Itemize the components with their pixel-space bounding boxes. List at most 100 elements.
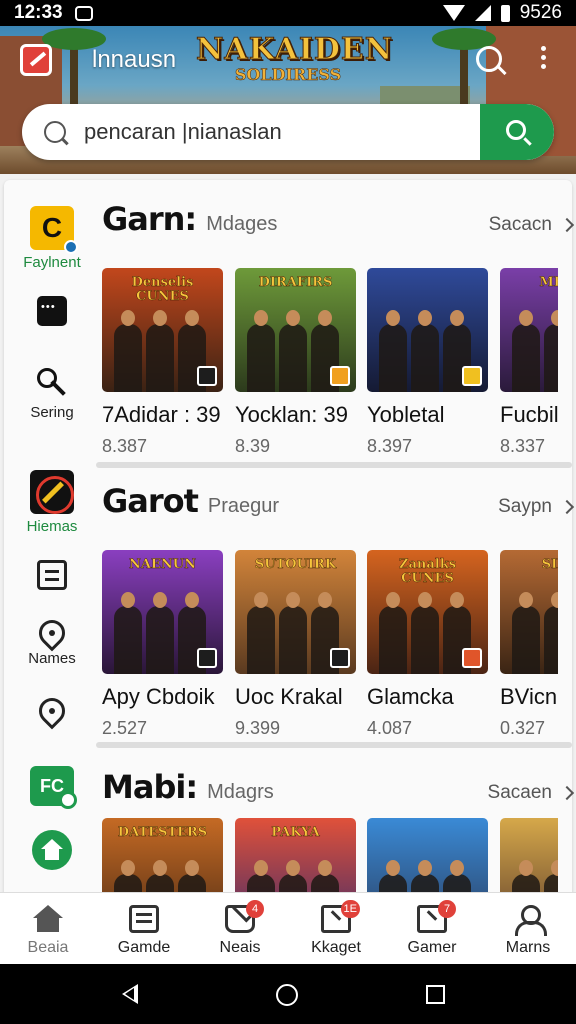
game-card[interactable]: DATESTERS	[102, 818, 223, 892]
game-logo: NAKAIDEN SOLDIRESS	[196, 32, 394, 100]
game-card[interactable]: MEIN Fucbill 8.337	[500, 268, 558, 457]
search-icon[interactable]	[476, 46, 502, 72]
see-more-link[interactable]: Sacaen	[487, 782, 575, 804]
document-icon	[37, 560, 67, 590]
game-thumbnail[interactable]	[500, 818, 558, 892]
game-thumbnail[interactable]: PAKYA	[235, 818, 356, 892]
rail-label: Hiemas	[26, 518, 78, 535]
game-card[interactable]: PAKYA	[235, 818, 356, 892]
rail-label: Sering	[30, 404, 74, 421]
character-figure	[146, 592, 174, 674]
game-card[interactable]	[367, 818, 488, 892]
nav-label: Gamde	[117, 939, 171, 956]
rail-item-fc[interactable]: FC	[12, 766, 92, 809]
game-card[interactable]: SUTOUIRK Uoc Krakal 9.399	[235, 550, 356, 739]
rail-item-chat[interactable]	[12, 296, 92, 326]
character-figure	[379, 592, 407, 674]
nav-item-marns[interactable]: Marns	[480, 893, 576, 964]
game-thumbnail[interactable]: MEIN	[500, 268, 558, 392]
c-app-icon: C	[30, 206, 78, 254]
recents-icon[interactable]	[426, 985, 445, 1004]
signal-icon	[474, 5, 491, 21]
see-more-label: Saypn	[498, 496, 552, 517]
character-figure	[411, 310, 439, 392]
card-row: DATESTERS PAKYA	[102, 818, 576, 892]
chevron-right-icon	[559, 217, 575, 233]
game-rating: 0.327	[500, 718, 546, 738]
see-more-link[interactable]: Saypn	[498, 496, 575, 518]
location-icon	[33, 614, 71, 652]
game-name: Yobletal	[367, 402, 445, 427]
more-vert-icon[interactable]	[541, 46, 547, 74]
rail-item-document[interactable]	[12, 560, 92, 590]
wifi-icon	[442, 5, 465, 21]
see-more-label: Sacaen	[487, 782, 552, 803]
rail-item-names[interactable]: Names	[12, 614, 92, 667]
game-thumbnail[interactable]: DATESTERS	[102, 818, 223, 892]
game-rating: 8.397	[367, 436, 413, 456]
tag-icon: 7	[417, 900, 456, 933]
see-more-label: Sacacn	[488, 214, 552, 235]
game-thumbnail[interactable]	[367, 818, 488, 892]
game-thumbnail[interactable]: Denselis CUNES	[102, 268, 223, 392]
search-button[interactable]	[480, 104, 554, 160]
nav-item-neais[interactable]: 4 Neais	[192, 893, 288, 964]
game-thumbnail[interactable]: SIRO	[500, 550, 558, 674]
search-bar[interactable]: pencaran |nianaslan	[22, 104, 554, 160]
rail-item-faylnent[interactable]: C Faylnent	[12, 206, 92, 271]
app-logo-icon[interactable]	[20, 44, 52, 76]
home-icon	[33, 905, 63, 933]
game-card[interactable]: NAENUN Apy Cbdoik 2.527	[102, 550, 223, 739]
nav-item-gamer[interactable]: 7 Gamer	[384, 893, 480, 964]
back-icon[interactable]	[122, 984, 138, 1004]
app-name: lnnausn	[92, 46, 177, 73]
game-card[interactable]	[500, 818, 558, 892]
status-right-text: 9526	[519, 2, 562, 23]
home-circle-icon[interactable]	[276, 984, 298, 1006]
game-logo-title: NAKAIDEN	[196, 32, 394, 68]
thumbnail-art-text: NAENUN	[129, 557, 196, 572]
thumbnail-art-text: MEIN	[539, 275, 558, 290]
section-title: Garot	[102, 482, 199, 520]
character-figure	[512, 310, 540, 392]
game-card[interactable]: Denselis CUNES 7Adidar : 39 8.387	[102, 268, 223, 457]
game-thumbnail[interactable]: Zanalks CUNES	[367, 550, 488, 674]
game-thumbnail[interactable]: NAENUN	[102, 550, 223, 674]
section-subtitle: Mdages	[206, 213, 278, 235]
nav-item-gamde[interactable]: Gamde	[96, 893, 192, 964]
rail-item-location[interactable]	[12, 692, 92, 730]
section-subtitle: Mdagrs	[207, 781, 274, 803]
game-thumbnail[interactable]: SUTOUIRK	[235, 550, 356, 674]
game-card[interactable]: Zanalks CUNES Glamcka 4.087	[367, 550, 488, 739]
game-rating: 9.399	[235, 718, 281, 738]
see-more-link[interactable]: Sacacn	[488, 214, 575, 236]
game-card[interactable]: Yobletal 8.397	[367, 268, 488, 457]
search-input[interactable]: pencaran |nianaslan	[84, 119, 480, 145]
rail-label: Names	[28, 650, 76, 667]
rail-item-hiemas[interactable]: Hiemas	[12, 470, 92, 535]
game-rating: 8.337	[500, 436, 546, 456]
game-logo-subtitle: SOLDIRESS	[234, 65, 342, 85]
thumbnail-art-text: SUTOUIRK	[254, 557, 337, 572]
game-card[interactable]: SIRO BVicni 0.327	[500, 550, 558, 739]
thumbnail-art-text: Denselis CUNES	[131, 275, 194, 304]
section-header: Mabi: Mdagrs Sacaen	[102, 768, 575, 808]
game-thumbnail[interactable]: DIRAFIRS	[235, 268, 356, 392]
red-game-icon	[30, 470, 74, 514]
thumbnail-art-text: PAKYA	[271, 825, 320, 840]
rail-item-sering[interactable]: Sering	[12, 366, 92, 421]
game-thumbnail[interactable]	[367, 268, 488, 392]
chevron-right-icon	[559, 499, 575, 515]
content-area: C Faylnent Sering Hiemas Names	[0, 174, 576, 892]
nav-item-kkaget[interactable]: 1E Kkaget	[288, 893, 384, 964]
section-header: Garn: Mdages Sacacn	[102, 200, 575, 240]
nav-label: Kkaget	[311, 939, 361, 956]
nav-item-beaia[interactable]: Beaia	[0, 893, 96, 964]
section-divider	[96, 462, 572, 468]
character-figure	[178, 860, 206, 892]
user-icon	[513, 905, 547, 936]
game-card[interactable]: DIRAFIRS Yocklan: 39 8.39	[235, 268, 356, 457]
section-title: Mabi:	[102, 768, 198, 806]
nav-label: Beaia	[27, 939, 69, 956]
rail-item-home[interactable]	[12, 830, 92, 870]
